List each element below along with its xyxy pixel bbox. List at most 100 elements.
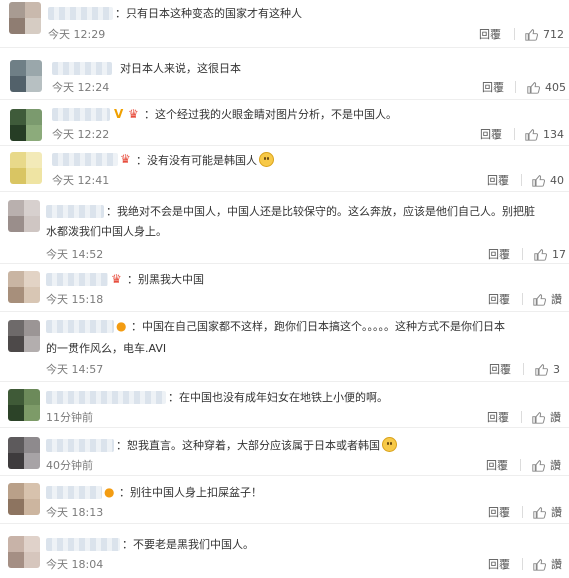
username[interactable] [52,62,112,75]
reply-button[interactable]: 回覆 [486,459,508,472]
reply-button[interactable]: 回覆 [480,128,502,141]
action-separator [521,411,522,423]
like-button[interactable]: 405 [527,81,566,94]
comment-text-line-2: 水都泼我们中国人身上。 [46,225,167,238]
thumbs-up-icon [533,559,546,571]
comment-item: 对日本人来说，这很日本 今天 12:24 回覆 405 [0,48,569,100]
crown-badge-icon: ♛ [128,107,139,121]
comment-time: 40分钟前 [46,459,93,472]
reply-button[interactable]: 回覆 [489,363,511,376]
comment-time: 今天 12:24 [52,81,110,94]
balloon-badge-icon: ● [116,319,127,333]
comment-list: ：只有日本这种变态的国家才有这种人 今天 12:29 回覆 712 对日本人来说… [0,0,569,578]
like-count: 405 [545,81,566,94]
avatar[interactable] [8,437,40,469]
username[interactable] [46,273,108,286]
avatar[interactable] [8,483,40,515]
thumbs-up-icon [532,175,545,187]
comment-item: ：不要老是黑我们中国人。 今天 18:04 回覆 讚 [0,524,569,578]
username[interactable] [46,320,114,333]
reply-button[interactable]: 回覆 [479,28,501,41]
thumbs-up-icon [533,294,546,306]
like-count: 3 [553,363,560,376]
avatar[interactable] [9,2,41,34]
username[interactable] [46,538,120,551]
emoji-icon [259,152,274,167]
comment-text: ：在中国也没有成年妇女在地铁上小便的啊。 [168,391,388,404]
reply-button[interactable]: 回覆 [488,248,510,261]
like-count: 讚 [551,558,562,571]
username[interactable] [46,439,114,452]
comment-text: ：不要老是黑我们中国人。 [122,538,254,551]
thumbs-up-icon [532,460,545,472]
username[interactable] [48,7,113,20]
avatar[interactable] [10,60,42,92]
reply-button[interactable]: 回覆 [482,81,504,94]
like-button[interactable]: 讚 [533,506,562,519]
comment-item: ♛ ：没有没有可能是韩国人 今天 12:41 回覆 40 [0,146,569,192]
thumbs-up-icon [527,82,540,94]
like-button[interactable]: 3 [535,363,560,376]
comment-item: ：我绝对不会是中国人，中国人还是比较保守的。这么奔放，应该是他们自己人。别把脏 … [0,192,569,264]
action-separator [521,174,522,186]
action-separator [514,128,515,140]
avatar[interactable] [8,536,40,568]
like-button[interactable]: 讚 [532,459,561,472]
comment-time: 今天 12:29 [48,28,106,41]
comment-text: ：没有没有可能是韩国人 [136,152,274,168]
avatar[interactable] [8,200,40,232]
like-button[interactable]: 712 [525,28,564,41]
like-count: 讚 [550,411,561,424]
comment-item: ：只有日本这种变态的国家才有这种人 今天 12:29 回覆 712 [0,0,569,48]
crown-badge-icon: ♛ [120,152,131,166]
avatar[interactable] [10,109,42,141]
comment-item: ● ：中国在自己国家都不这样，跑你们日本搞这个。。。。。这种方式不是你们日本 的… [0,312,569,382]
reply-button[interactable]: 回覆 [487,174,509,187]
thumbs-up-icon [535,364,548,376]
like-count: 134 [543,128,564,141]
like-button[interactable]: 17 [534,248,566,261]
username[interactable] [46,205,104,218]
action-separator [523,363,524,375]
comment-time: 今天 14:52 [46,248,104,261]
avatar[interactable] [10,152,42,184]
reply-button[interactable]: 回覆 [488,558,510,571]
comment-time: 今天 12:41 [52,174,110,187]
reply-button[interactable]: 回覆 [488,293,510,306]
comment-text-line-2: 的一贯作风么，电车.AVI [46,342,167,355]
username[interactable] [52,153,118,166]
reply-button[interactable]: 回覆 [487,411,509,424]
thumbs-up-icon [525,129,538,141]
comment-item: ：在中国也没有成年妇女在地铁上小便的啊。 11分钟前 回覆 讚 [0,382,569,428]
avatar[interactable] [8,389,40,421]
action-separator [522,248,523,260]
like-button[interactable]: 40 [532,174,564,187]
like-count: 17 [552,248,566,261]
emoji-icon [382,437,397,452]
comment-text: ：这个经过我的火眼金睛对图片分析，不是中国人。 [144,108,397,121]
crown-badge-icon: ♛ [111,272,122,286]
comment-time: 今天 12:22 [52,128,110,141]
like-button[interactable]: 讚 [532,411,561,424]
like-count: 讚 [551,293,562,306]
action-separator [522,506,523,518]
comment-time: 今天 18:13 [46,506,104,519]
comment-text: ：恕我直言。这种穿着，大部分应该属于日本或者韩国 [116,437,397,453]
like-button[interactable]: 讚 [533,293,562,306]
comment-text: ：别黑我大中国 [127,273,204,286]
like-button[interactable]: 134 [525,128,564,141]
like-button[interactable]: 讚 [533,558,562,571]
action-separator [514,28,515,40]
reply-button[interactable]: 回覆 [488,506,510,519]
avatar[interactable] [8,320,40,352]
avatar[interactable] [8,271,40,303]
comment-item: ：恕我直言。这种穿着，大部分应该属于日本或者韩国 40分钟前 回覆 讚 [0,428,569,476]
comment-time: 11分钟前 [46,411,93,424]
username[interactable] [52,108,110,121]
comment-time: 今天 18:04 [46,558,104,571]
like-count: 712 [543,28,564,41]
comment-time: 今天 15:18 [46,293,104,306]
username[interactable] [46,391,166,404]
username[interactable] [46,486,102,499]
comment-text-content: ：恕我直言。这种穿着，大部分应该属于日本或者韩国 [116,439,380,452]
